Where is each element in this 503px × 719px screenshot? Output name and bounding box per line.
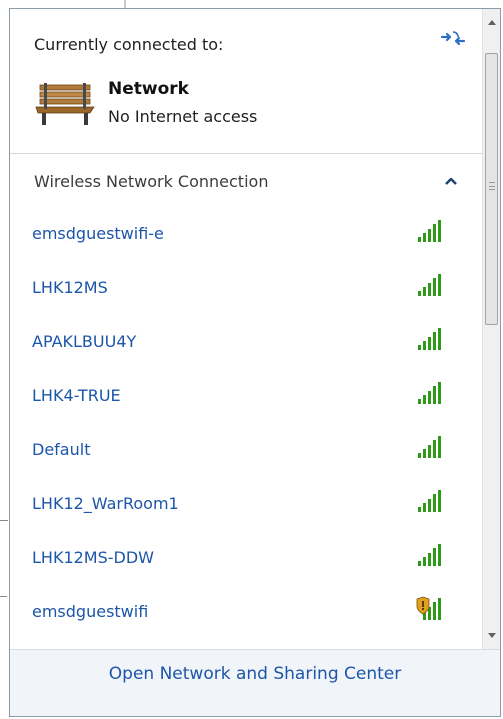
scroll-thumb[interactable] [485, 53, 498, 325]
connected-section: Currently connected to: Network No Inter… [10, 9, 482, 153]
network-item[interactable]: emsdguestwifi-e [10, 207, 482, 261]
signal-bars-icon [418, 436, 441, 458]
network-name: Default [32, 440, 91, 459]
network-item[interactable]: LHK12MS-DDW [10, 531, 482, 585]
signal-bars-icon [418, 274, 441, 296]
refresh-icon[interactable] [440, 29, 466, 49]
network-name: APAKLBUU4Y [32, 332, 137, 351]
background-edge-mark [0, 520, 8, 521]
signal-bars-icon [418, 490, 441, 512]
connected-network-name: Network [108, 79, 189, 99]
network-name: LHK4-TRUE [32, 386, 121, 405]
scroll-grip-icon [489, 182, 495, 190]
vertical-scrollbar[interactable] [482, 9, 500, 649]
signal-bars-icon [418, 220, 441, 242]
section-divider [10, 153, 482, 154]
network-item[interactable]: LHK12MS [10, 261, 482, 315]
open-network-sharing-center-link[interactable]: Open Network and Sharing Center [10, 664, 500, 684]
signal-bars-icon [418, 382, 441, 404]
wireless-section-header[interactable]: Wireless Network Connection [10, 155, 482, 207]
network-name: LHK12_WarRoom1 [32, 494, 179, 513]
network-item[interactable]: emsdguestwifi [10, 585, 482, 639]
signal-bars-shield-icon [416, 596, 441, 620]
flyout-content: Currently connected to: Network No Inter… [10, 9, 482, 649]
network-flyout-panel: Currently connected to: Network No Inter… [9, 8, 501, 717]
network-name: LHK12MS-DDW [32, 548, 154, 567]
network-name: emsdguestwifi [32, 602, 149, 621]
network-name: LHK12MS [32, 278, 108, 297]
bench-network-icon [35, 83, 95, 125]
signal-bars-icon [418, 544, 441, 566]
scroll-up-arrow-icon[interactable] [483, 9, 501, 37]
network-item[interactable]: LHK12_WarRoom1 [10, 477, 482, 531]
background-edge-mark [0, 596, 7, 597]
network-item[interactable]: APAKLBUU4Y [10, 315, 482, 369]
chevron-up-icon[interactable] [444, 175, 458, 187]
connected-network-status: No Internet access [108, 107, 258, 126]
network-item[interactable]: Default [10, 423, 482, 477]
wireless-section-title: Wireless Network Connection [34, 172, 269, 191]
connected-heading: Currently connected to: [34, 35, 224, 54]
network-name: emsdguestwifi-e [32, 224, 164, 243]
network-item[interactable]: LHK4-TRUE [10, 369, 482, 423]
signal-bars-icon [418, 328, 441, 350]
scroll-down-arrow-icon[interactable] [483, 621, 501, 649]
flyout-footer: Open Network and Sharing Center [10, 649, 500, 716]
